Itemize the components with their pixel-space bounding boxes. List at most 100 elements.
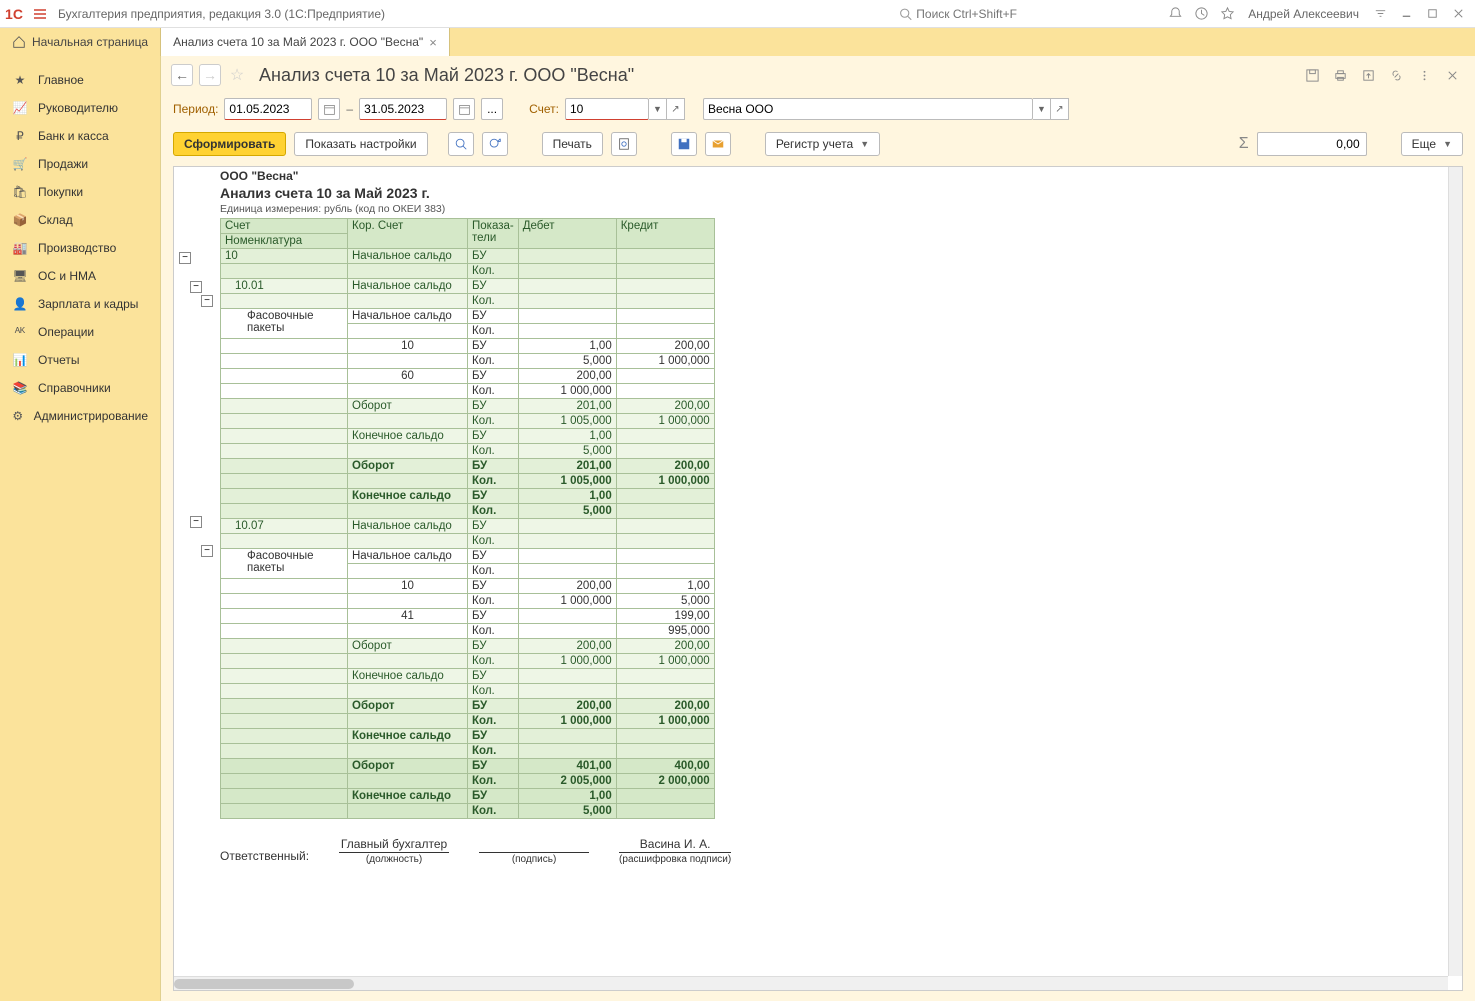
bell-icon[interactable] xyxy=(1162,1,1188,27)
period-picker-button[interactable]: ... xyxy=(481,98,503,120)
save-report-button[interactable] xyxy=(671,132,697,156)
cell-debit xyxy=(518,279,616,294)
find-button[interactable] xyxy=(448,132,474,156)
table-row: ОборотБУ401,00400,00 xyxy=(221,759,715,774)
cell-debit: 200,00 xyxy=(518,699,616,714)
cell-credit xyxy=(616,489,714,504)
sidebar-item-5[interactable]: 📦Склад xyxy=(0,206,160,234)
cell-credit xyxy=(616,534,714,549)
settings-icon[interactable] xyxy=(1367,1,1393,27)
cell-kor xyxy=(348,804,468,819)
table-row: Фасовочные пакетыНачальное сальдоБУ xyxy=(221,549,715,564)
org-input[interactable] xyxy=(703,98,1033,120)
minimize-icon[interactable] xyxy=(1393,1,1419,27)
sidebar-icon: 📚 xyxy=(12,381,28,395)
save-icon[interactable] xyxy=(1301,64,1323,86)
date-to-input[interactable] xyxy=(359,98,447,120)
cell-credit xyxy=(616,294,714,309)
cell-kor: Начальное сальдо xyxy=(348,309,468,324)
name-label: (расшифровка подписи) xyxy=(619,852,731,865)
tree-collapse-packets-2[interactable]: − xyxy=(201,545,213,557)
export-icon[interactable] xyxy=(1357,64,1379,86)
report-unit: Единица измерения: рубль (код по ОКЕИ 38… xyxy=(220,203,1460,215)
vertical-scrollbar[interactable] xyxy=(1448,167,1462,976)
tab-home-label: Начальная страница xyxy=(32,35,148,49)
tree-collapse-packets-1[interactable]: − xyxy=(201,295,213,307)
cell-credit xyxy=(616,429,714,444)
cell-debit: 5,000 xyxy=(518,504,616,519)
tree-collapse-1007[interactable]: − xyxy=(190,516,202,528)
expand-all-button[interactable] xyxy=(482,132,508,156)
table-row: 10.07Начальное сальдоБУ xyxy=(221,519,715,534)
print-icon[interactable] xyxy=(1329,64,1351,86)
cell-credit xyxy=(616,309,714,324)
cell-kor: Оборот xyxy=(348,699,468,714)
sidebar-item-12[interactable]: ⚙Администрирование xyxy=(0,402,160,430)
main-menu-button[interactable] xyxy=(30,4,50,24)
table-row: ОборотБУ200,00200,00 xyxy=(221,639,715,654)
sidebar-item-2[interactable]: ₽Банк и касса xyxy=(0,122,160,150)
sidebar-item-1[interactable]: 📈Руководителю xyxy=(0,94,160,122)
email-button[interactable] xyxy=(705,132,731,156)
star-icon[interactable] xyxy=(1214,1,1240,27)
cell-debit: 200,00 xyxy=(518,369,616,384)
sidebar-item-0[interactable]: ★Главное xyxy=(0,66,160,94)
cell-acct: 10 xyxy=(221,249,348,264)
tab-home[interactable]: Начальная страница xyxy=(0,28,161,56)
sidebar-item-8[interactable]: 👤Зарплата и кадры xyxy=(0,290,160,318)
preview-button[interactable] xyxy=(611,132,637,156)
cell-kor: Оборот xyxy=(348,639,468,654)
total-field[interactable] xyxy=(1257,132,1367,156)
more-icon[interactable] xyxy=(1413,64,1435,86)
name-value: Васина И. А. xyxy=(619,837,731,852)
close-icon[interactable] xyxy=(1445,1,1471,27)
nav-forward-button[interactable]: → xyxy=(199,64,221,86)
sidebar-item-11[interactable]: 📚Справочники xyxy=(0,374,160,402)
sidebar-item-9[interactable]: ᴬᴷОперации xyxy=(0,318,160,346)
toolbar: Сформировать Показать настройки Печать Р… xyxy=(161,128,1475,166)
cell-kor xyxy=(348,774,468,789)
signature-value xyxy=(479,837,589,852)
tab-report[interactable]: Анализ счета 10 за Май 2023 г. ООО "Весн… xyxy=(161,28,450,56)
more-button[interactable]: Еще▼ xyxy=(1401,132,1463,156)
global-search[interactable] xyxy=(892,3,1162,25)
link-icon[interactable] xyxy=(1385,64,1407,86)
org-open-button[interactable]: ↗ xyxy=(1051,98,1069,120)
form-button[interactable]: Сформировать xyxy=(173,132,286,156)
sidebar-item-4[interactable]: 🛍Покупки xyxy=(0,178,160,206)
sidebar-item-3[interactable]: 🛒Продажи xyxy=(0,150,160,178)
cell-kor xyxy=(348,414,468,429)
date-from-input[interactable] xyxy=(224,98,312,120)
sidebar-item-10[interactable]: 📊Отчеты xyxy=(0,346,160,374)
table-row: Кол.1 005,0001 000,000 xyxy=(221,414,715,429)
show-settings-button[interactable]: Показать настройки xyxy=(294,132,427,156)
sidebar-item-6[interactable]: 🏭Производство xyxy=(0,234,160,262)
nav-back-button[interactable]: ← xyxy=(171,64,193,86)
tree-collapse-1001[interactable]: − xyxy=(190,281,202,293)
sidebar-label: ОС и НМА xyxy=(38,269,96,283)
print-button[interactable]: Печать xyxy=(542,132,603,156)
org-dropdown-button[interactable]: ▼ xyxy=(1033,98,1051,120)
register-button[interactable]: Регистр учета▼ xyxy=(765,132,880,156)
cell-debit xyxy=(518,249,616,264)
report-scroll[interactable]: ООО "Весна" Анализ счета 10 за Май 2023 … xyxy=(174,167,1462,990)
cell-acct xyxy=(221,684,348,699)
horizontal-scrollbar[interactable] xyxy=(174,976,1448,990)
report-table: Счет Кор. Счет Показа- тели Дебет Кредит… xyxy=(220,218,715,819)
account-open-button[interactable]: ↗ xyxy=(667,98,685,120)
close-page-icon[interactable] xyxy=(1441,64,1463,86)
sigma-icon: Σ xyxy=(1239,135,1249,153)
account-input[interactable] xyxy=(565,98,649,120)
favorite-star-icon[interactable]: ☆ xyxy=(227,65,247,85)
tab-close-icon[interactable]: × xyxy=(429,35,437,50)
calendar-from-button[interactable] xyxy=(318,98,340,120)
user-menu[interactable]: Андрей Алексеевич xyxy=(1240,7,1367,21)
sidebar-item-7[interactable]: 🖥ОС и НМА xyxy=(0,262,160,290)
history-icon[interactable] xyxy=(1188,1,1214,27)
account-dropdown-button[interactable]: ▼ xyxy=(649,98,667,120)
global-search-input[interactable] xyxy=(916,7,1155,21)
maximize-icon[interactable] xyxy=(1419,1,1445,27)
tree-collapse-10[interactable]: − xyxy=(179,252,191,264)
calendar-to-button[interactable] xyxy=(453,98,475,120)
page-title: Анализ счета 10 за Май 2023 г. ООО "Весн… xyxy=(259,65,634,86)
